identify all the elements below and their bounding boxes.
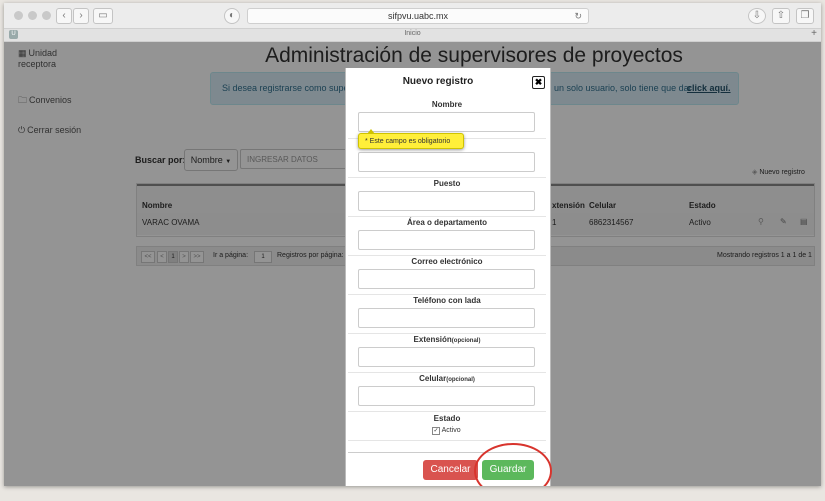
label-nombre: Nombre (431, 100, 463, 109)
label-area: Área o departamento (406, 218, 488, 227)
divider (348, 255, 546, 256)
divider (348, 216, 546, 217)
label-telefono: Teléfono con lada (413, 296, 481, 305)
label-celular-text: Celular (419, 374, 447, 383)
label-celular-optional: (opcional) (446, 377, 475, 383)
url-bar[interactable]: sifpvu.uabc.mx ↻ (247, 8, 589, 24)
close-window-dot[interactable] (14, 11, 23, 20)
label-celular: Celular(opcional) (346, 374, 548, 383)
label-puesto: Puesto (433, 179, 461, 188)
tab-bar: U Inicio + (4, 28, 821, 42)
activo-checkbox[interactable]: ✓ (432, 427, 440, 435)
phone-field[interactable] (358, 308, 535, 328)
download-icon[interactable]: ⇩ (748, 8, 766, 24)
new-record-modal: Nuevo registro ✖ Nombre Puesto Área o de… (345, 68, 551, 486)
divider (348, 372, 546, 373)
forward-icon[interactable]: › (73, 8, 89, 24)
share-icon[interactable]: ⇧ (772, 8, 790, 24)
activo-label: Activo (441, 427, 461, 434)
label-estado: Estado (433, 414, 461, 423)
privacy-icon[interactable]: ◐ (224, 8, 240, 24)
divider (348, 294, 546, 295)
cancel-button[interactable]: Cancelar (423, 460, 478, 480)
close-icon[interactable]: ✖ (532, 76, 545, 89)
reload-icon[interactable]: ↻ (574, 9, 582, 23)
browser-window: ‹ › ▭ ◐ sifpvu.uabc.mx ↻ ⇩ ⇧ ❐ U Inicio … (4, 3, 821, 486)
nombre-field[interactable] (358, 112, 535, 132)
email-field[interactable] (358, 269, 535, 289)
label-correo: Correo electrónico (411, 257, 483, 266)
back-icon[interactable]: ‹ (56, 8, 72, 24)
tabs-icon[interactable]: ❐ (796, 8, 814, 24)
activo-checkbox-row[interactable]: ✓ Activo (432, 427, 461, 435)
modal-title: Nuevo registro (402, 76, 474, 87)
browser-toolbar: ‹ › ▭ ◐ sifpvu.uabc.mx ↻ ⇩ ⇧ ❐ (4, 3, 821, 29)
new-tab-icon[interactable]: + (811, 28, 817, 39)
zoom-window-dot[interactable] (42, 11, 51, 20)
extension-field[interactable] (358, 347, 535, 367)
area-field[interactable] (358, 230, 535, 250)
divider (348, 411, 546, 412)
required-tooltip: * Este campo es obligatorio (358, 129, 464, 149)
second-field[interactable] (358, 152, 535, 172)
celular-field[interactable] (358, 386, 535, 406)
puesto-field[interactable] (358, 191, 535, 211)
divider (348, 440, 546, 441)
sidebar-toggle-icon[interactable]: ▭ (93, 8, 113, 24)
label-extension-text: Extensión (413, 335, 452, 344)
url-text: sifpvu.uabc.mx (387, 11, 449, 21)
minimize-window-dot[interactable] (28, 11, 37, 20)
label-extension-optional: (opcional) (451, 338, 481, 344)
divider (348, 333, 546, 334)
divider (348, 177, 546, 178)
tab-title[interactable]: Inicio (4, 30, 821, 37)
label-extension: Extensión(opcional) (346, 335, 548, 344)
